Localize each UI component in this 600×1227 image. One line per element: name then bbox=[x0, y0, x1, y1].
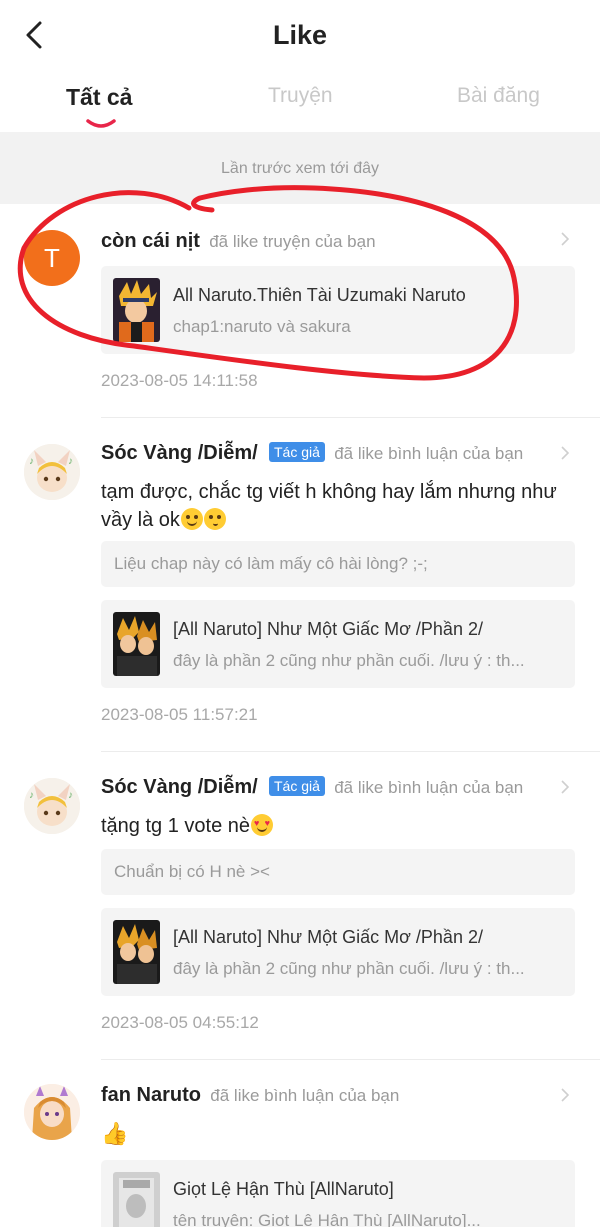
story-description: đây là phần 2 cũng như phần cuối. /lưu ý… bbox=[173, 959, 525, 978]
username[interactable]: còn cái nịt bbox=[101, 230, 200, 252]
avatar[interactable]: ♪ ♪ bbox=[24, 778, 80, 834]
page-title: Like bbox=[272, 20, 328, 50]
quoted-comment[interactable]: Chuẩn bị có H nè >< bbox=[101, 849, 575, 895]
username[interactable]: Sóc Vàng /Diễm/ bbox=[101, 776, 258, 798]
tab-all[interactable]: Tất cả bbox=[66, 84, 132, 111]
last-seen-marker: Lần trước xem tới đây bbox=[0, 132, 600, 204]
chapter-title: chap1:naruto và sakura bbox=[173, 317, 351, 336]
username[interactable]: fan Naruto bbox=[101, 1084, 201, 1106]
comment-text: tặng tg 1 vote nè ♥ ♥ bbox=[101, 812, 561, 840]
story-title: [All Naruto] Như Một Giấc Mơ /Phần 2/ bbox=[173, 619, 483, 639]
story-thumbnail bbox=[113, 278, 160, 342]
top-bar: Like bbox=[0, 0, 600, 72]
notification-item[interactable]: T còn cái nịt đã like truyện của bạn All… bbox=[0, 204, 600, 418]
last-seen-label: Lần trước xem tới đây bbox=[221, 160, 379, 177]
notification-item[interactable]: ♪ ♪ Sóc Vàng /Diễm/ Tác giả đã like bình… bbox=[0, 418, 600, 752]
comment-text: 👍 bbox=[101, 1120, 561, 1149]
story-description: tên truyện: Giọt Lệ Hận Thù [AllNaruto].… bbox=[173, 1211, 481, 1227]
avatar[interactable]: ♪ ♪ bbox=[24, 444, 80, 500]
story-card[interactable]: [All Naruto] Như Một Giấc Mơ /Phần 2/ đâ… bbox=[101, 908, 575, 996]
thumbs-up-emoji-icon: 👍 bbox=[101, 1121, 129, 1146]
avatar[interactable]: T bbox=[24, 230, 80, 286]
action-text: đã like bình luận của bạn bbox=[334, 444, 524, 463]
action-text: đã like truyện của bạn bbox=[209, 232, 376, 251]
chevron-right-icon bbox=[561, 446, 570, 460]
quoted-comment[interactable]: Liệu chap này có làm mấy cô hài lòng? ;-… bbox=[101, 541, 575, 587]
comment-text: tạm được, chắc tg viết h không hay lắm n… bbox=[101, 481, 557, 531]
author-badge: Tác giả bbox=[269, 776, 325, 796]
notification-header: Sóc Vàng /Diễm/ Tác giả đã like bình luậ… bbox=[101, 776, 523, 799]
notification-item[interactable]: fan Naruto đã like bình luận của bạn 👍 G… bbox=[0, 1060, 600, 1227]
tab-posts[interactable]: Bài đăng bbox=[457, 84, 540, 108]
action-text: đã like bình luận của bạn bbox=[210, 1086, 400, 1105]
story-card[interactable]: [All Naruto] Như Một Giấc Mơ /Phần 2/ đâ… bbox=[101, 600, 575, 688]
laughing-emoji-icon bbox=[180, 508, 203, 530]
chevron-right-icon bbox=[561, 780, 570, 794]
story-card[interactable]: All Naruto.Thiên Tài Uzumaki Naruto chap… bbox=[101, 266, 575, 354]
story-title: [All Naruto] Như Một Giấc Mơ /Phần 2/ bbox=[173, 927, 483, 947]
story-thumbnail bbox=[113, 920, 160, 984]
notification-header: fan Naruto đã like bình luận của bạn bbox=[101, 1084, 399, 1107]
kissing-emoji-icon bbox=[203, 508, 226, 530]
avatar[interactable] bbox=[24, 1084, 80, 1140]
story-thumbnail bbox=[113, 1172, 160, 1227]
timestamp: 2023-08-05 04:55:12 bbox=[101, 1013, 259, 1032]
timestamp: 2023-08-05 11:57:21 bbox=[101, 705, 258, 724]
timestamp: 2023-08-05 14:11:58 bbox=[101, 371, 258, 390]
svg-text:♪: ♪ bbox=[29, 456, 34, 467]
notification-item[interactable]: ♪ ♪ Sóc Vàng /Diễm/ Tác giả đã like bình… bbox=[0, 752, 600, 1060]
tab-bar: Tất cả Truyện Bài đăng bbox=[0, 78, 600, 132]
tab-stories[interactable]: Truyện bbox=[268, 84, 333, 108]
story-description: đây là phần 2 cũng như phần cuối. /lưu ý… bbox=[173, 651, 525, 670]
action-text: đã like bình luận của bạn bbox=[334, 778, 524, 797]
notification-header: Sóc Vàng /Diễm/ Tác giả đã like bình luậ… bbox=[101, 442, 523, 465]
username[interactable]: Sóc Vàng /Diễm/ bbox=[101, 442, 258, 464]
svg-text:♪: ♪ bbox=[68, 790, 73, 801]
svg-text:♪: ♪ bbox=[68, 456, 73, 467]
story-card[interactable]: Giọt Lệ Hận Thù [AllNaruto] tên truyện: … bbox=[101, 1160, 575, 1227]
tab-active-indicator bbox=[86, 119, 116, 128]
chevron-right-icon bbox=[561, 232, 570, 246]
notification-header: còn cái nịt đã like truyện của bạn bbox=[101, 230, 376, 253]
story-title: Giọt Lệ Hận Thù [AllNaruto] bbox=[173, 1179, 394, 1199]
svg-text:♪: ♪ bbox=[29, 790, 34, 801]
chevron-right-icon bbox=[561, 1088, 570, 1102]
story-title: All Naruto.Thiên Tài Uzumaki Naruto bbox=[173, 285, 466, 305]
story-thumbnail bbox=[113, 612, 160, 676]
author-badge: Tác giả bbox=[269, 442, 325, 462]
heart-eyes-emoji-icon: ♥ ♥ bbox=[251, 814, 274, 836]
